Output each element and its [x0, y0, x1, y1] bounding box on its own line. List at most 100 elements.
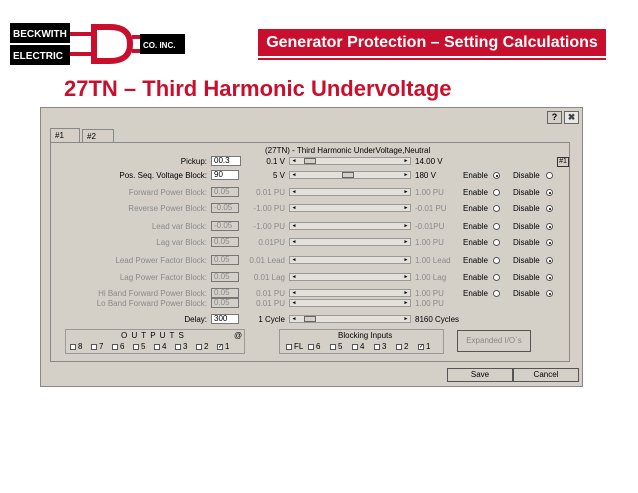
disable-radio[interactable] [546, 290, 553, 297]
expanded-io-button[interactable]: Expanded I/O`s [457, 330, 531, 352]
setting-slider[interactable]: ◄ ► [289, 256, 411, 264]
output-label: 7 [99, 342, 104, 351]
disable-radio[interactable] [546, 239, 553, 246]
output-checkbox[interactable] [112, 344, 118, 350]
right-arrow-icon[interactable]: ► [402, 189, 410, 195]
blocking-input-checkbox[interactable] [352, 344, 358, 350]
output-checkbox[interactable] [175, 344, 181, 350]
setting-value-input[interactable]: 90 [211, 170, 239, 180]
cancel-button[interactable]: Cancel [513, 368, 579, 382]
header-divider [258, 58, 606, 60]
enable-radio[interactable] [493, 239, 500, 246]
blocking-input-checkbox[interactable] [308, 344, 314, 350]
setting-slider[interactable]: ◄ ► [289, 289, 411, 297]
left-arrow-icon[interactable]: ◄ [290, 300, 298, 306]
left-arrow-icon[interactable]: ◄ [290, 274, 298, 280]
slide-title: 27TN – Third Harmonic Undervoltage [64, 76, 452, 101]
setting-value-input[interactable]: 0.05 [211, 272, 239, 282]
tab-1[interactable]: #1 [50, 128, 80, 143]
setting-slider[interactable]: ◄ ► [289, 188, 411, 196]
right-arrow-icon[interactable]: ► [402, 158, 410, 164]
help-button[interactable]: ? [547, 111, 562, 124]
right-arrow-icon[interactable]: ► [402, 316, 410, 322]
setting-value-input[interactable]: -0.05 [211, 221, 239, 231]
setting-slider[interactable]: ◄ ► [289, 157, 411, 165]
setting-value-input[interactable]: 0.05 [211, 255, 239, 265]
setting-value-input[interactable]: 0.05 [211, 187, 239, 197]
blocking-input-checkbox[interactable] [396, 344, 402, 350]
left-arrow-icon[interactable]: ◄ [290, 239, 298, 245]
setting-value-input[interactable]: 0.05 [211, 288, 239, 298]
enable-radio[interactable] [493, 205, 500, 212]
right-arrow-icon[interactable]: ► [402, 205, 410, 211]
setting-slider[interactable]: ◄ ► [289, 222, 411, 230]
left-arrow-icon[interactable]: ◄ [290, 189, 298, 195]
output-checkbox[interactable] [133, 344, 139, 350]
left-arrow-icon[interactable]: ◄ [290, 223, 298, 229]
disable-radio[interactable] [546, 223, 553, 230]
left-arrow-icon[interactable]: ◄ [290, 172, 298, 178]
element-heading: (27TN) - Third Harmonic UnderVoltage,Neu… [265, 146, 431, 155]
right-arrow-icon[interactable]: ► [402, 239, 410, 245]
disable-radio[interactable] [546, 257, 553, 264]
right-arrow-icon[interactable]: ► [402, 300, 410, 306]
output-checkbox[interactable]: ✓ [217, 344, 223, 350]
disable-radio[interactable] [546, 189, 553, 196]
left-arrow-icon[interactable]: ◄ [290, 290, 298, 296]
left-arrow-icon[interactable]: ◄ [290, 316, 298, 322]
right-arrow-icon[interactable]: ► [402, 172, 410, 178]
setting-slider[interactable]: ◄ ► [289, 171, 411, 179]
setting-value-input[interactable]: 300 [211, 314, 239, 324]
right-arrow-icon[interactable]: ► [402, 223, 410, 229]
blocking-input-checkbox[interactable] [286, 344, 292, 350]
right-arrow-icon[interactable]: ► [402, 257, 410, 263]
enable-label: Enable [463, 171, 488, 180]
output-checkbox[interactable] [154, 344, 160, 350]
setting-label: Pos. Seq. Voltage Block: [119, 171, 207, 180]
blocking-input-label: 4 [360, 342, 365, 351]
setting-slider[interactable]: ◄ ► [289, 273, 411, 281]
setting-value-input[interactable]: 0.05 [211, 298, 239, 308]
slider-thumb[interactable] [342, 172, 354, 178]
setting-slider[interactable]: ◄ ► [289, 299, 411, 307]
setting-slider[interactable]: ◄ ► [289, 238, 411, 246]
output-checkbox[interactable] [91, 344, 97, 350]
disable-radio[interactable] [546, 205, 553, 212]
setting-slider[interactable]: ◄ ► [289, 315, 411, 323]
blocking-input-checkbox[interactable] [330, 344, 336, 350]
enable-radio[interactable] [493, 172, 500, 179]
blocking-input-checkbox[interactable]: ✓ [418, 344, 424, 350]
blocking-input-checkbox[interactable] [374, 344, 380, 350]
slider-thumb[interactable] [304, 316, 316, 322]
disable-radio[interactable] [546, 172, 553, 179]
disable-radio[interactable] [546, 274, 553, 281]
enable-radio[interactable] [493, 290, 500, 297]
slider-thumb[interactable] [304, 158, 316, 164]
right-arrow-icon[interactable]: ► [402, 290, 410, 296]
tab-2[interactable]: #2 [82, 129, 114, 143]
setting-max: 1.00 PU [415, 238, 444, 247]
disable-label: Disable [513, 188, 540, 197]
output-label: 8 [78, 342, 83, 351]
enable-radio[interactable] [493, 274, 500, 281]
setting-label: Lag Power Factor Block: [119, 273, 207, 282]
settings-dialog: ? ✖ #1 #2 (27TN) - Third Harmonic UnderV… [40, 107, 583, 387]
right-arrow-icon[interactable]: ► [402, 274, 410, 280]
output-checkbox[interactable] [70, 344, 76, 350]
output-checkbox[interactable] [196, 344, 202, 350]
enable-radio[interactable] [493, 223, 500, 230]
disable-label: Disable [513, 289, 540, 298]
enable-radio[interactable] [493, 257, 500, 264]
setting-min: 1 Cycle [258, 315, 285, 324]
enable-label: Enable [463, 204, 488, 213]
setting-slider[interactable]: ◄ ► [289, 204, 411, 212]
close-button[interactable]: ✖ [564, 111, 579, 124]
setting-value-input[interactable]: 00.3 [211, 156, 241, 166]
save-button[interactable]: Save [447, 368, 513, 382]
left-arrow-icon[interactable]: ◄ [290, 158, 298, 164]
left-arrow-icon[interactable]: ◄ [290, 257, 298, 263]
left-arrow-icon[interactable]: ◄ [290, 205, 298, 211]
setting-value-input[interactable]: 0.05 [211, 237, 239, 247]
enable-radio[interactable] [493, 189, 500, 196]
setting-value-input[interactable]: -0.05 [211, 203, 239, 213]
